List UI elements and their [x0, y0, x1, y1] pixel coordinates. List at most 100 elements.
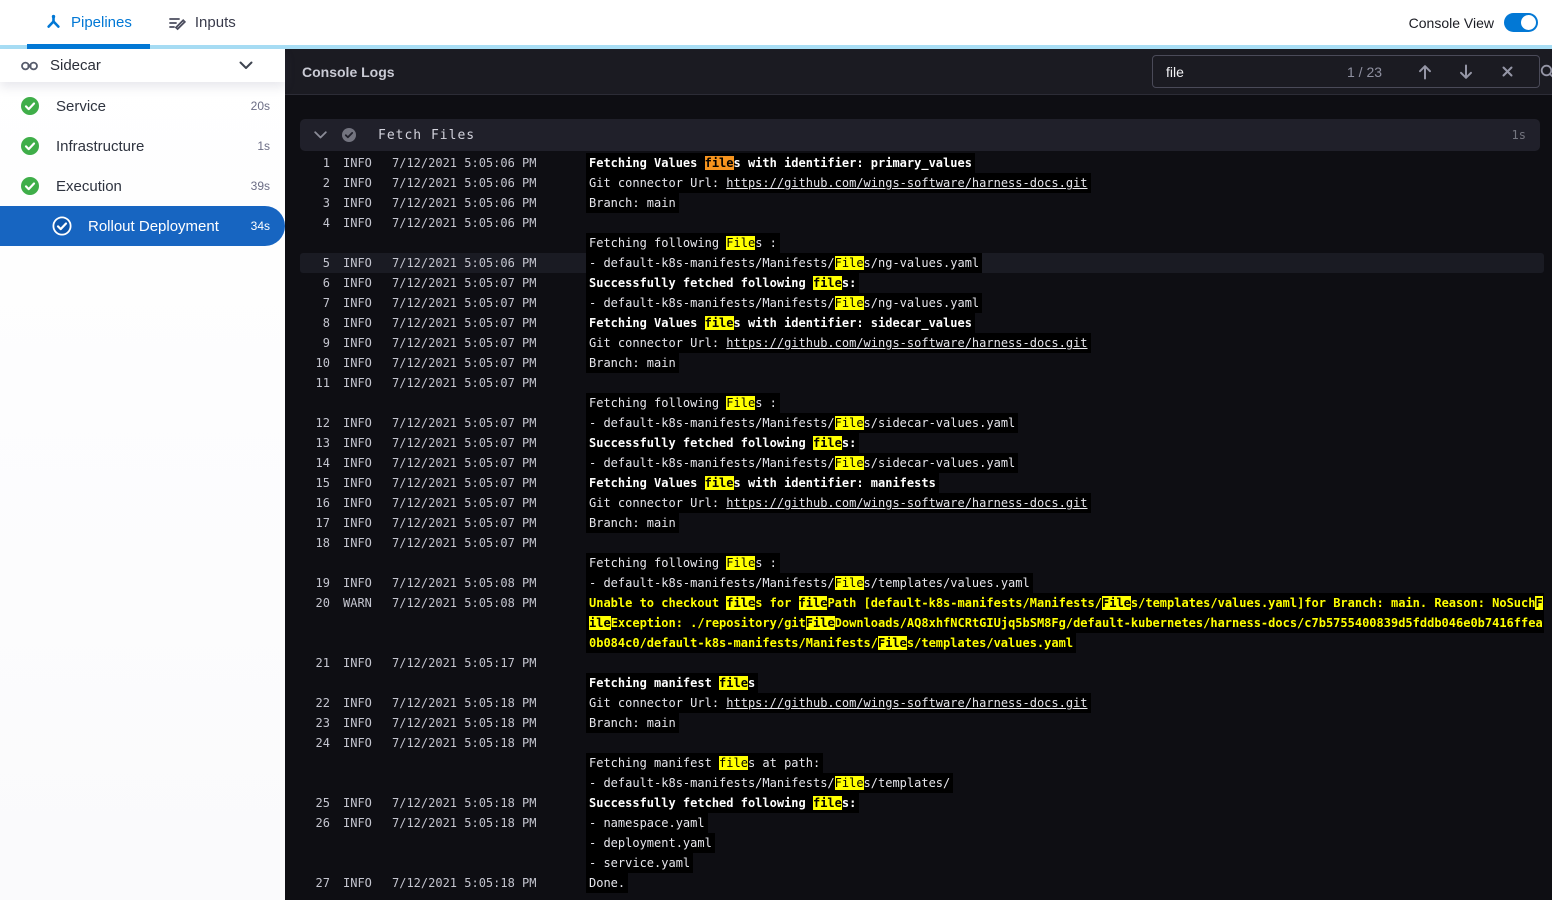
log-level: INFO [343, 656, 372, 670]
log-message: - default-k8s-manifests/Manifests/Files/… [586, 573, 1544, 593]
log-message-text: - service.yaml [586, 853, 694, 873]
inputs-icon [168, 15, 186, 31]
log-line[interactable]: 0b084c0/default-k8s-manifests/Manifests/… [300, 633, 1544, 653]
log-line[interactable]: Fetching manifest files [300, 673, 1544, 693]
stage-header[interactable]: Sidecar [0, 49, 285, 82]
log-line[interactable]: 25 INFO 7/12/2021 5:05:18 PM Successfully f… [300, 793, 1544, 813]
search-input[interactable] [1166, 63, 1347, 80]
log-level: INFO [343, 196, 372, 210]
log-line[interactable]: 17 INFO 7/12/2021 5:05:07 PM Branch: main [300, 513, 1544, 533]
next-match-button[interactable] [1458, 64, 1474, 80]
log-line[interactable]: - default-k8s-manifests/Manifests/Files/… [300, 773, 1544, 793]
log-level: INFO [343, 496, 372, 510]
log-link[interactable]: https://github.com/wings-software/harnes… [726, 336, 1087, 350]
log-line[interactable]: Fetching following Files : [300, 553, 1544, 573]
log-message: Branch: main [586, 353, 1544, 373]
log-line[interactable]: 16 INFO 7/12/2021 5:05:07 PM Git connector … [300, 493, 1544, 513]
log-text-segment: s/ng-values.yaml [863, 296, 980, 310]
log-text-segment: - default-k8s-manifests/Manifests/ [589, 576, 835, 590]
log-line[interactable]: 7 INFO 7/12/2021 5:05:07 PM - default-k8s-m… [300, 293, 1544, 313]
log-line[interactable]: 15 INFO 7/12/2021 5:05:07 PM Fetching Value… [300, 473, 1544, 493]
log-level: INFO [343, 156, 372, 170]
search-match-highlight: ile [589, 616, 611, 630]
log-message-text: Branch: main [586, 193, 679, 213]
collapse-chevron-icon[interactable] [314, 131, 327, 139]
search-icon[interactable] [1540, 64, 1552, 80]
log-line[interactable]: 2 INFO 7/12/2021 5:05:06 PM Git connector U… [300, 173, 1544, 193]
log-level: INFO [343, 576, 372, 590]
log-line[interactable]: Fetching following Files : [300, 233, 1544, 253]
log-line[interactable]: 5 INFO 7/12/2021 5:05:06 PM - default-k8s-m… [300, 253, 1544, 273]
log-level: INFO [343, 296, 372, 310]
log-message: Branch: main [586, 513, 1544, 533]
console-view-toggle[interactable] [1504, 13, 1538, 32]
log-line[interactable]: 13 INFO 7/12/2021 5:05:07 PM Successfully f… [300, 433, 1544, 453]
log-line[interactable]: 24 INFO 7/12/2021 5:05:18 PM [300, 733, 1544, 753]
line-number: 27 [315, 876, 330, 890]
log-timestamp: 7/12/2021 5:05:08 PM [392, 596, 537, 610]
log-line[interactable]: 10 INFO 7/12/2021 5:05:07 PM Branch: main [300, 353, 1544, 373]
link-icon [20, 59, 39, 73]
log-level: INFO [343, 696, 372, 710]
log-link[interactable]: https://github.com/wings-software/harnes… [726, 176, 1087, 190]
chevron-down-icon[interactable] [239, 61, 253, 70]
clear-search-button[interactable] [1499, 64, 1515, 80]
search-match-highlight: file [812, 796, 842, 810]
log-line[interactable]: Fetching following Files : [300, 393, 1544, 413]
line-number: 3 [322, 196, 330, 210]
log-line[interactable]: Fetching manifest files at path: [300, 753, 1544, 773]
log-text-segment: Done. [589, 876, 626, 890]
log-message-text: Fetching following Files : [586, 553, 780, 573]
log-line[interactable]: 19 INFO 7/12/2021 5:05:08 PM - default-k8s-… [300, 573, 1544, 593]
log-level: INFO [343, 876, 372, 890]
log-message-text: Git connector Url: https://github.com/wi… [586, 173, 1091, 193]
line-number: 7 [322, 296, 330, 310]
log-text-segment: s/templates/values.yaml [906, 636, 1074, 650]
log-text-segment: Git connector Url: [589, 336, 727, 350]
log-timestamp: 7/12/2021 5:05:07 PM [392, 316, 537, 330]
log-section-title: Fetch Files [378, 127, 476, 143]
tab-label: Pipelines [71, 14, 132, 31]
tab-inputs[interactable]: Inputs [150, 0, 254, 45]
log-line[interactable]: 1 INFO 7/12/2021 5:05:06 PM Fetching Values… [300, 153, 1544, 173]
log-line[interactable]: 3 INFO 7/12/2021 5:05:06 PM Branch: main [300, 193, 1544, 213]
log-line[interactable]: 27 INFO 7/12/2021 5:05:18 PM Done. [300, 873, 1544, 893]
log-line[interactable]: 23 INFO 7/12/2021 5:05:18 PM Branch: main [300, 713, 1544, 733]
log-text-segment: Path [default-k8s-manifests/Manifests/ [827, 596, 1102, 610]
log-section-header[interactable]: Fetch Files 1s [300, 119, 1540, 151]
sidebar-item-service[interactable]: Service 20s [0, 86, 285, 126]
log-line[interactable]: - deployment.yaml [300, 833, 1544, 853]
log-line[interactable]: 26 INFO 7/12/2021 5:05:18 PM - namespace.ya… [300, 813, 1544, 833]
log-line[interactable]: - service.yaml [300, 853, 1544, 873]
search-match-highlight: File [834, 456, 864, 470]
log-line[interactable]: 21 INFO 7/12/2021 5:05:17 PM [300, 653, 1544, 673]
sidebar-item-infrastructure[interactable]: Infrastructure 1s [0, 126, 285, 166]
log-level: INFO [343, 356, 372, 370]
log-line[interactable]: 4 INFO 7/12/2021 5:05:06 PM [300, 213, 1544, 233]
line-number: 5 [322, 256, 330, 270]
log-line[interactable]: 22 INFO 7/12/2021 5:05:18 PM Git connector … [300, 693, 1544, 713]
log-line[interactable]: 18 INFO 7/12/2021 5:05:07 PM [300, 533, 1544, 553]
log-line[interactable]: 20 WARN 7/12/2021 5:05:08 PM Unable to chec… [300, 593, 1544, 613]
log-link[interactable]: https://github.com/wings-software/harnes… [726, 696, 1087, 710]
log-message: Fetching manifest files [586, 673, 1544, 693]
sidebar-item-rollout-deployment[interactable]: Rollout Deployment 34s [0, 206, 285, 246]
log-level: INFO [343, 796, 372, 810]
log-line[interactable]: 11 INFO 7/12/2021 5:05:07 PM [300, 373, 1544, 393]
log-line[interactable]: 9 INFO 7/12/2021 5:05:07 PM Git connector U… [300, 333, 1544, 353]
log-timestamp: 7/12/2021 5:05:07 PM [392, 456, 537, 470]
log-line[interactable]: 8 INFO 7/12/2021 5:05:07 PM Fetching Values… [300, 313, 1544, 333]
log-line[interactable]: 14 INFO 7/12/2021 5:05:07 PM - default-k8s-… [300, 453, 1544, 473]
tab-pipelines[interactable]: Pipelines [27, 0, 150, 49]
log-text-segment: Unable to checkout [589, 596, 727, 610]
log-timestamp: 7/12/2021 5:05:18 PM [392, 876, 537, 890]
line-number: 8 [322, 316, 330, 330]
previous-match-button[interactable] [1417, 64, 1433, 80]
log-line[interactable]: ileException: ./repository/gitFileDownlo… [300, 613, 1544, 633]
log-line[interactable]: 12 INFO 7/12/2021 5:05:07 PM - default-k8s-… [300, 413, 1544, 433]
log-message-text: Successfully fetched following files: [586, 433, 860, 453]
stage-name: Sidecar [50, 57, 101, 74]
log-line[interactable]: 6 INFO 7/12/2021 5:05:07 PM Successfully fe… [300, 273, 1544, 293]
sidebar-item-execution[interactable]: Execution 39s [0, 166, 285, 206]
log-link[interactable]: https://github.com/wings-software/harnes… [726, 496, 1087, 510]
